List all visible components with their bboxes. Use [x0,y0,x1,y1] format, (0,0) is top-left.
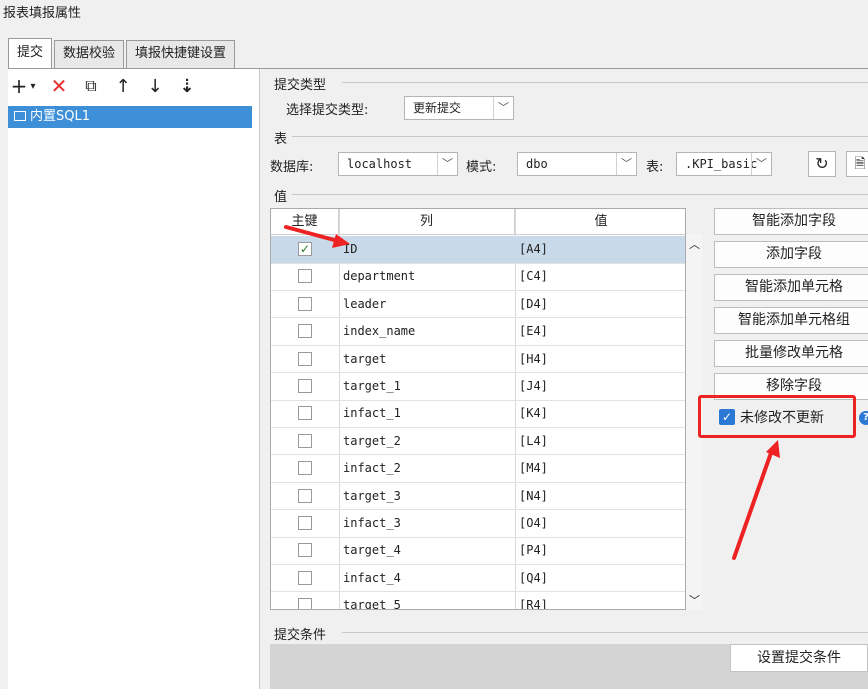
arrow-to-checkbox [732,440,780,560]
annotation-arrows [284,225,780,560]
submit-condition-label: 提交条件 [274,628,327,643]
divider [342,632,868,633]
arrow-to-id [284,225,350,248]
set-submit-condition-button[interactable]: 设置提交条件 [730,644,868,672]
